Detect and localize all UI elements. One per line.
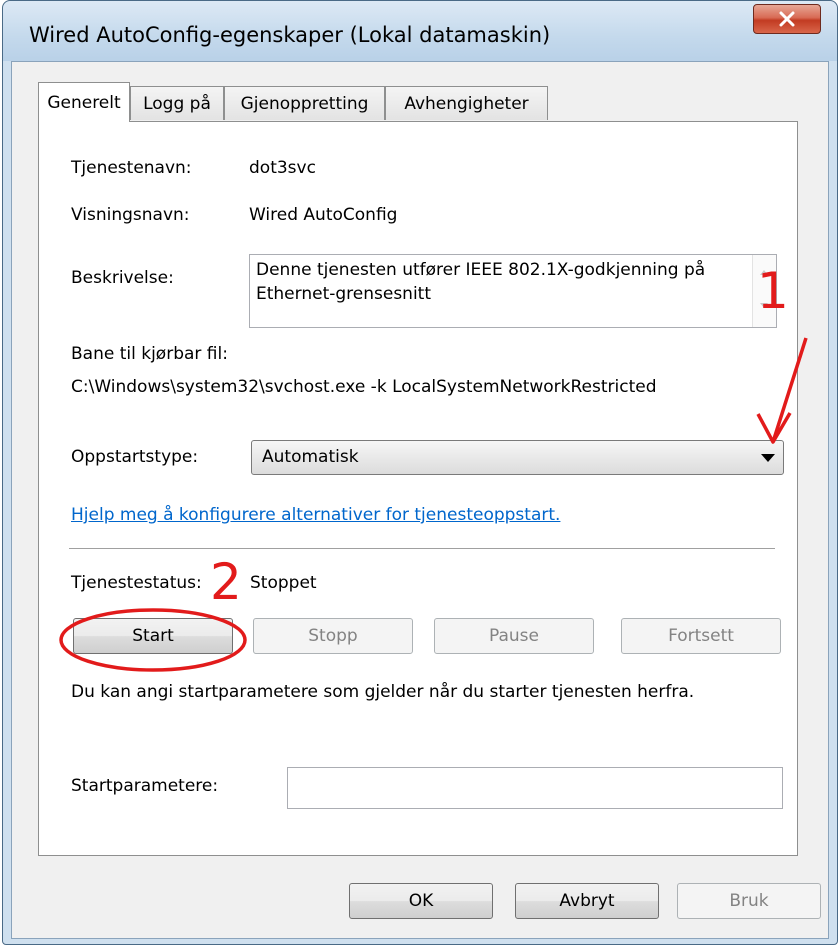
general-panel: Tjenestenavn: dot3svc Visningsnavn: Wire… [38, 121, 798, 856]
executable-path-value: C:\Windows\system32\svchost.exe -k Local… [71, 377, 657, 397]
tab-dependencies[interactable]: Avhengigheter [385, 86, 548, 120]
ok-button[interactable]: OK [349, 883, 493, 919]
service-status-label: Tjenestestatus: [71, 573, 202, 593]
window-title: Wired AutoConfig-egenskaper (Lokal datam… [29, 23, 551, 47]
display-name-value: Wired AutoConfig [249, 205, 398, 225]
pause-button[interactable]: Pause [434, 618, 594, 654]
title-bar[interactable]: Wired AutoConfig-egenskaper (Lokal datam… [3, 1, 837, 61]
startup-type-value: Automatisk [262, 447, 359, 467]
close-icon [779, 11, 795, 27]
annotation-marker-2: 2 [210, 553, 242, 611]
start-params-label: Startparametere: [71, 776, 219, 796]
tab-general[interactable]: Generelt [38, 82, 130, 122]
startup-help-link[interactable]: Hjelp meg å konfigurere alternativer for… [71, 505, 560, 525]
tab-recovery[interactable]: Gjenoppretting [224, 86, 385, 120]
startup-type-select[interactable]: Automatisk [251, 440, 784, 475]
start-button[interactable]: Start [73, 618, 233, 654]
dialog-content: Generelt Logg på Gjenoppretting Avhengig… [11, 61, 829, 939]
cancel-button[interactable]: Avbryt [515, 883, 659, 919]
executable-path-label: Bane til kjørbar fil: [71, 344, 228, 364]
service-name-value: dot3svc [249, 158, 316, 178]
description-label: Beskrivelse: [71, 268, 174, 288]
annotation-marker-1: 1 [757, 262, 789, 320]
start-params-hint: Du kan angi startparametere som gjelder … [71, 682, 695, 702]
start-params-input[interactable] [287, 767, 783, 809]
chevron-down-icon [761, 454, 775, 462]
tab-logon[interactable]: Logg på [130, 86, 224, 120]
close-button[interactable] [753, 4, 821, 34]
display-name-label: Visningsnavn: [71, 205, 190, 225]
description-field[interactable]: Denne tjenesten utfører IEEE 802.1X-godk… [249, 254, 777, 328]
stop-button[interactable]: Stopp [253, 618, 413, 654]
service-status-value: Stoppet [250, 573, 317, 593]
section-divider [69, 548, 775, 549]
properties-window: Wired AutoConfig-egenskaper (Lokal datam… [2, 0, 838, 945]
startup-type-label: Oppstartstype: [71, 447, 199, 467]
apply-button[interactable]: Bruk [677, 883, 821, 919]
service-name-label: Tjenestenavn: [71, 158, 192, 178]
resume-button[interactable]: Fortsett [621, 618, 781, 654]
description-text: Denne tjenesten utfører IEEE 802.1X-godk… [256, 260, 706, 304]
